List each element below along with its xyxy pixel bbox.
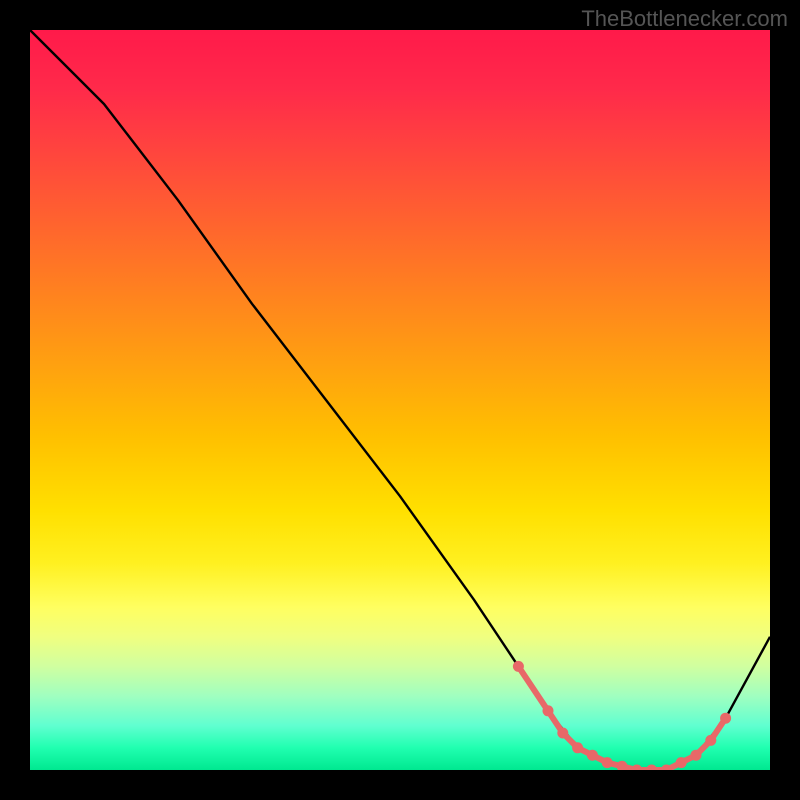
marker-dot bbox=[587, 750, 598, 761]
marker-dot bbox=[705, 735, 716, 746]
watermark-text: TheBottlenecker.com bbox=[581, 6, 788, 32]
marker-dot bbox=[602, 757, 613, 768]
chart-svg bbox=[30, 30, 770, 770]
plot-area bbox=[30, 30, 770, 770]
marker-dot bbox=[720, 713, 731, 724]
marker-dot bbox=[513, 661, 524, 672]
marker-dot bbox=[676, 757, 687, 768]
marker-dot bbox=[646, 765, 657, 771]
marker-dot bbox=[631, 765, 642, 771]
marker-dot bbox=[543, 705, 554, 716]
marker-dot bbox=[572, 742, 583, 753]
marker-dot bbox=[557, 728, 568, 739]
marker-dot bbox=[691, 750, 702, 761]
marker-dots bbox=[513, 661, 731, 770]
curve-line bbox=[30, 30, 770, 770]
marker-dot bbox=[617, 761, 628, 770]
